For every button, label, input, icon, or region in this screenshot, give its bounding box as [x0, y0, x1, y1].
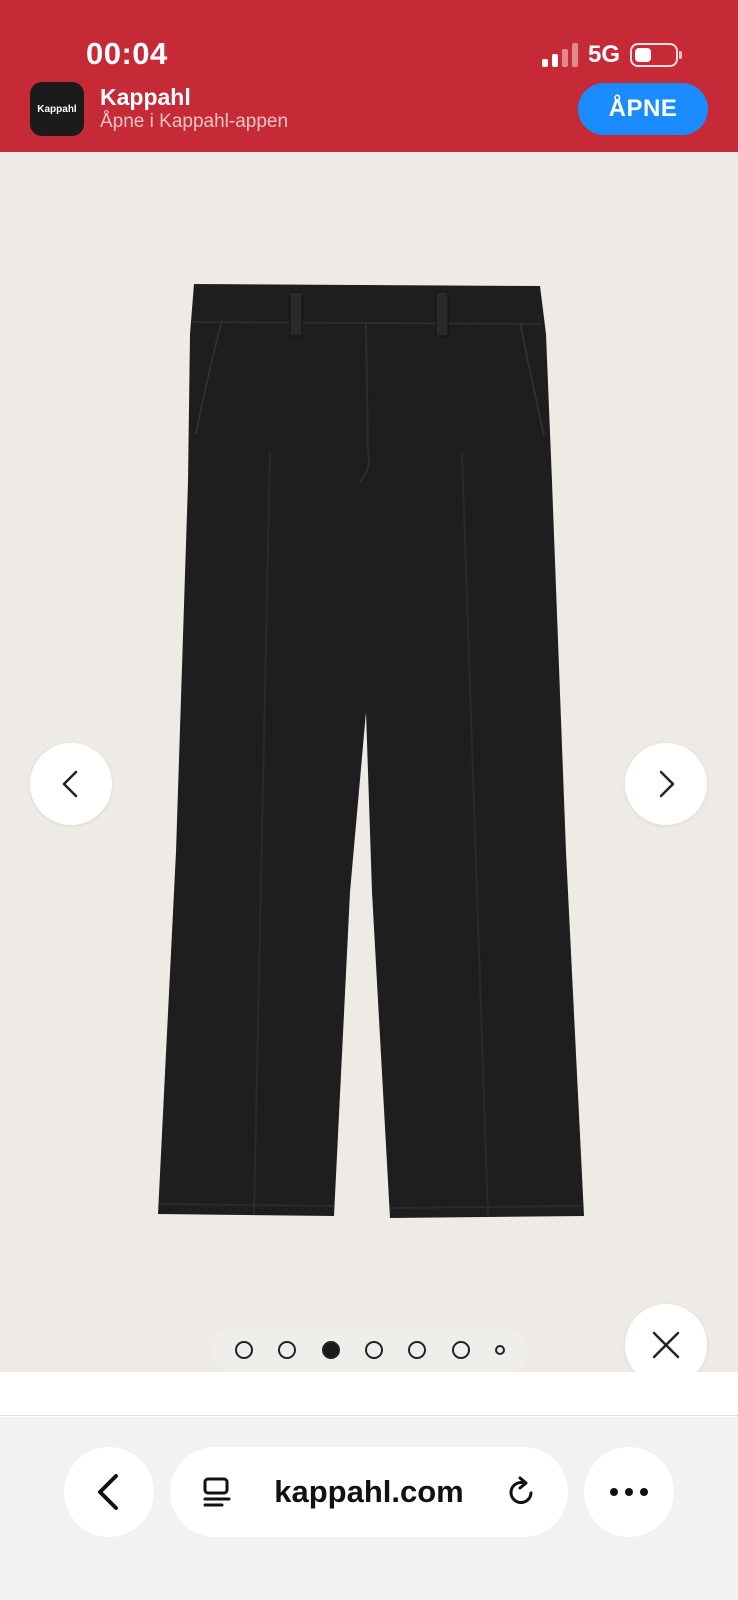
- product-image: [158, 284, 584, 1218]
- chevron-right-icon: [659, 770, 675, 798]
- chevron-left-icon: [62, 770, 78, 798]
- address-bar[interactable]: kappahl.com: [170, 1447, 568, 1537]
- pagination-dot-active[interactable]: [321, 1341, 340, 1359]
- browser-back-button[interactable]: [64, 1447, 154, 1537]
- more-icon: [610, 1488, 648, 1496]
- status-time: 00:04: [86, 36, 168, 71]
- previous-image-button[interactable]: [30, 743, 112, 825]
- back-arrow-icon: [98, 1474, 118, 1510]
- browser-toolbar: kappahl.com: [0, 1417, 738, 1600]
- app-banner-bar: 00:04 5G Kappahl Kappahl Åpne i Kappahl-…: [0, 0, 738, 152]
- gallery-pagination: [212, 1328, 528, 1372]
- network-label: 5G: [587, 41, 620, 68]
- pagination-dot[interactable]: [278, 1341, 297, 1359]
- pagination-dot[interactable]: [451, 1341, 470, 1359]
- kappahl-app-icon[interactable]: Kappahl: [30, 82, 84, 136]
- pagination-dot[interactable]: [364, 1341, 383, 1359]
- close-icon: [652, 1331, 680, 1359]
- battery-icon: [630, 43, 682, 67]
- url-text[interactable]: kappahl.com: [234, 1474, 504, 1510]
- pagination-dot[interactable]: [234, 1341, 253, 1359]
- reload-icon[interactable]: [504, 1475, 538, 1509]
- next-image-button[interactable]: [625, 743, 707, 825]
- open-app-button[interactable]: ÅPNE: [578, 83, 708, 135]
- app-subtitle: Åpne i Kappahl-appen: [100, 111, 289, 132]
- pagination-dot[interactable]: [408, 1341, 427, 1359]
- signal-icon: [541, 43, 578, 67]
- app-name: Kappahl: [100, 84, 191, 110]
- pagination-dot[interactable]: [495, 1345, 506, 1355]
- content-divider: [0, 1372, 738, 1416]
- tab-overview-icon[interactable]: [200, 1475, 234, 1509]
- more-options-button[interactable]: [584, 1447, 674, 1537]
- status-icons: 5G: [541, 40, 682, 70]
- product-image-gallery[interactable]: [0, 152, 738, 1372]
